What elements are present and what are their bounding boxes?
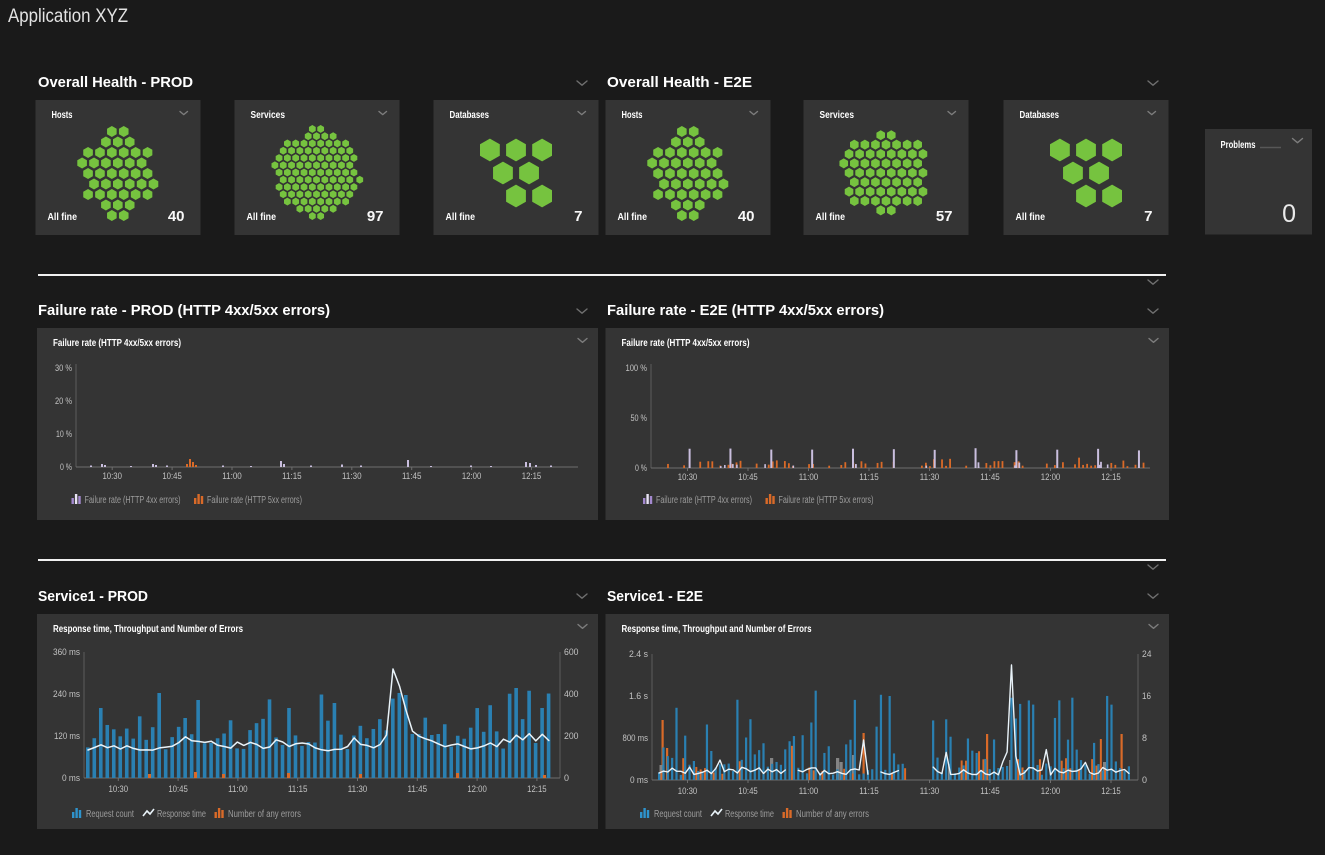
svg-text:Failure rate (HTTP 5xx errors): Failure rate (HTTP 5xx errors) xyxy=(207,495,302,506)
svg-text:20 %: 20 % xyxy=(55,396,72,407)
svg-text:All fine: All fine xyxy=(446,212,476,223)
svg-text:Failure rate (HTTP 5xx errors): Failure rate (HTTP 5xx errors) xyxy=(779,495,874,506)
svg-text:12:00: 12:00 xyxy=(1041,472,1061,483)
svg-text:11:45: 11:45 xyxy=(980,472,1000,483)
svg-text:11:15: 11:15 xyxy=(288,784,308,795)
svg-text:Overall Health - E2E: Overall Health - E2E xyxy=(607,74,752,91)
svg-text:12:00: 12:00 xyxy=(467,784,487,795)
svg-text:11:30: 11:30 xyxy=(920,786,940,797)
svg-text:0: 0 xyxy=(564,773,569,784)
svg-text:12:15: 12:15 xyxy=(522,471,542,482)
svg-text:57: 57 xyxy=(936,208,953,225)
svg-text:2.4 s: 2.4 s xyxy=(629,649,648,660)
svg-text:11:00: 11:00 xyxy=(799,786,819,797)
svg-text:Services: Services xyxy=(820,110,855,121)
svg-text:11:45: 11:45 xyxy=(402,471,422,482)
svg-text:11:45: 11:45 xyxy=(408,784,428,795)
svg-text:Services: Services xyxy=(251,110,286,121)
svg-text:11:15: 11:15 xyxy=(859,472,879,483)
svg-text:0 ms: 0 ms xyxy=(630,775,648,786)
svg-text:12:15: 12:15 xyxy=(1101,786,1121,797)
svg-text:Service1 - E2E: Service1 - E2E xyxy=(607,588,703,605)
svg-text:10:30: 10:30 xyxy=(678,786,698,797)
svg-text:8: 8 xyxy=(1142,733,1147,744)
svg-text:10:45: 10:45 xyxy=(738,786,758,797)
svg-text:Request count: Request count xyxy=(654,809,702,820)
svg-text:400: 400 xyxy=(564,689,579,700)
svg-text:100 %: 100 % xyxy=(626,363,648,374)
svg-text:0 ms: 0 ms xyxy=(62,773,80,784)
svg-text:240 ms: 240 ms xyxy=(53,689,80,700)
svg-text:All fine: All fine xyxy=(816,212,846,223)
svg-text:0 %: 0 % xyxy=(635,463,647,474)
svg-text:40: 40 xyxy=(168,208,185,225)
svg-text:7: 7 xyxy=(574,208,582,225)
svg-text:600: 600 xyxy=(564,647,579,658)
svg-text:Failure rate (HTTP 4xx errors): Failure rate (HTTP 4xx errors) xyxy=(656,495,752,506)
svg-text:Response time, Throughput and: Response time, Throughput and Number of … xyxy=(53,623,243,635)
svg-text:Response time, Throughput and: Response time, Throughput and Number of … xyxy=(622,623,812,635)
svg-text:50 %: 50 % xyxy=(631,413,648,424)
svg-text:10:45: 10:45 xyxy=(168,784,188,795)
svg-text:16: 16 xyxy=(1142,691,1151,702)
svg-text:11:30: 11:30 xyxy=(920,472,940,483)
svg-text:30 %: 30 % xyxy=(55,363,72,374)
svg-text:Problems: Problems xyxy=(1221,140,1256,151)
svg-text:11:00: 11:00 xyxy=(228,784,248,795)
svg-text:10:45: 10:45 xyxy=(738,472,758,483)
svg-text:Databases: Databases xyxy=(450,110,490,121)
svg-text:10:45: 10:45 xyxy=(162,471,182,482)
svg-text:Databases: Databases xyxy=(1020,110,1060,121)
svg-text:Failure rate - PROD (HTTP 4xx/: Failure rate - PROD (HTTP 4xx/5xx errors… xyxy=(38,302,330,319)
svg-text:97: 97 xyxy=(367,208,384,225)
svg-text:11:15: 11:15 xyxy=(282,471,302,482)
svg-text:Failure rate (HTTP 4xx errors): Failure rate (HTTP 4xx errors) xyxy=(85,495,181,506)
svg-text:24: 24 xyxy=(1142,649,1152,660)
svg-text:800 ms: 800 ms xyxy=(623,733,649,744)
svg-text:Service1 - PROD: Service1 - PROD xyxy=(38,588,148,605)
svg-text:11:30: 11:30 xyxy=(348,784,368,795)
svg-text:12:00: 12:00 xyxy=(1041,786,1061,797)
svg-text:Failure rate (HTTP 4xx/5xx err: Failure rate (HTTP 4xx/5xx errors) xyxy=(53,337,181,349)
svg-text:11:00: 11:00 xyxy=(799,472,819,483)
svg-text:Number of any errors: Number of any errors xyxy=(796,809,869,820)
svg-text:40: 40 xyxy=(738,208,755,225)
svg-text:Hosts: Hosts xyxy=(52,110,73,121)
svg-text:11:30: 11:30 xyxy=(342,471,362,482)
svg-text:360 ms: 360 ms xyxy=(53,647,80,658)
svg-text:12:15: 12:15 xyxy=(527,784,547,795)
svg-text:All fine: All fine xyxy=(247,212,277,223)
svg-text:All fine: All fine xyxy=(618,212,648,223)
svg-text:11:45: 11:45 xyxy=(980,786,1000,797)
svg-text:Application XYZ: Application XYZ xyxy=(8,6,128,27)
svg-text:All fine: All fine xyxy=(48,212,78,223)
svg-text:Number of any errors: Number of any errors xyxy=(228,809,301,820)
svg-text:0: 0 xyxy=(1282,200,1296,228)
svg-text:10:30: 10:30 xyxy=(109,784,129,795)
svg-text:Failure rate - E2E (HTTP 4xx/5: Failure rate - E2E (HTTP 4xx/5xx errors) xyxy=(607,302,884,319)
svg-text:12:15: 12:15 xyxy=(1101,472,1121,483)
svg-text:Response time: Response time xyxy=(157,809,206,820)
svg-text:Request count: Request count xyxy=(86,809,134,820)
svg-text:10:30: 10:30 xyxy=(102,471,122,482)
svg-text:Response time: Response time xyxy=(725,809,774,820)
svg-text:10 %: 10 % xyxy=(56,429,72,440)
svg-text:200: 200 xyxy=(564,731,579,742)
svg-text:12:00: 12:00 xyxy=(462,471,482,482)
svg-text:Overall Health - PROD: Overall Health - PROD xyxy=(38,74,193,91)
svg-text:120 ms: 120 ms xyxy=(54,731,80,742)
svg-text:All fine: All fine xyxy=(1016,212,1046,223)
svg-text:11:00: 11:00 xyxy=(222,471,242,482)
svg-text:Hosts: Hosts xyxy=(622,110,643,121)
svg-text:1.6 s: 1.6 s xyxy=(629,691,648,702)
svg-text:7: 7 xyxy=(1144,208,1152,225)
svg-text:0 %: 0 % xyxy=(60,462,72,473)
svg-text:11:15: 11:15 xyxy=(859,786,879,797)
svg-text:10:30: 10:30 xyxy=(678,472,698,483)
svg-text:Failure rate (HTTP 4xx/5xx err: Failure rate (HTTP 4xx/5xx errors) xyxy=(622,337,750,349)
svg-text:0: 0 xyxy=(1142,775,1147,786)
